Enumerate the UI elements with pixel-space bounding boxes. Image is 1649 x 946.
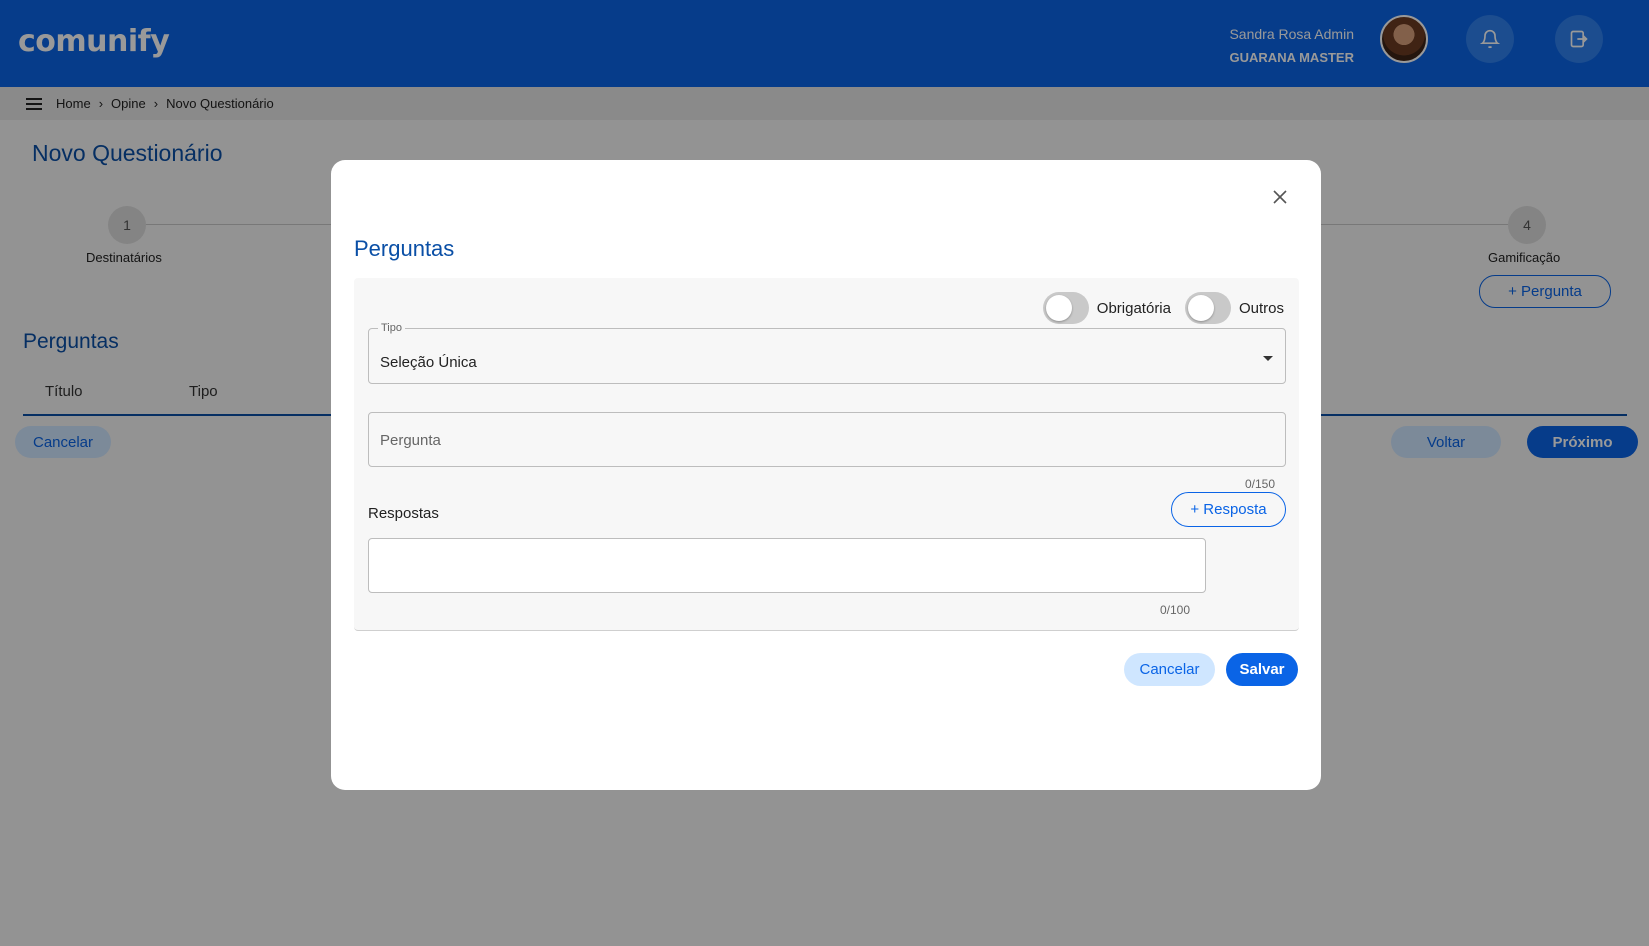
cancel-button[interactable]: Cancelar xyxy=(1124,653,1215,686)
toggle-group: Obrigatória Outros xyxy=(1042,292,1284,324)
question-card: Obrigatória Outros Tipo Seleção Única Pe… xyxy=(354,278,1299,631)
question-input[interactable]: Pergunta xyxy=(368,412,1286,467)
answer-input[interactable] xyxy=(368,538,1206,593)
type-label: Tipo xyxy=(378,322,405,334)
others-label: Outros xyxy=(1238,299,1284,317)
close-icon xyxy=(1273,190,1287,204)
required-label: Obrigatória xyxy=(1096,299,1171,317)
questions-modal: Perguntas Obrigatória Outros Tipo Seleçã… xyxy=(331,160,1321,790)
question-placeholder: Pergunta xyxy=(380,432,441,449)
chevron-down-icon xyxy=(1263,356,1273,361)
save-button[interactable]: Salvar xyxy=(1226,653,1298,686)
question-counter: 0/150 xyxy=(1245,477,1276,491)
answers-label: Respostas xyxy=(368,505,439,522)
answer-counter: 0/100 xyxy=(1160,603,1191,617)
modal-title: Perguntas xyxy=(354,236,455,261)
type-value: Seleção Única xyxy=(380,354,477,371)
toggle-knob xyxy=(1045,295,1072,321)
close-button[interactable] xyxy=(1267,184,1293,210)
type-select[interactable]: Tipo Seleção Única xyxy=(368,322,1286,384)
required-toggle[interactable] xyxy=(1042,292,1089,324)
others-toggle[interactable] xyxy=(1184,292,1231,324)
toggle-knob xyxy=(1187,295,1214,321)
add-answer-button[interactable]: + Resposta xyxy=(1171,492,1286,527)
